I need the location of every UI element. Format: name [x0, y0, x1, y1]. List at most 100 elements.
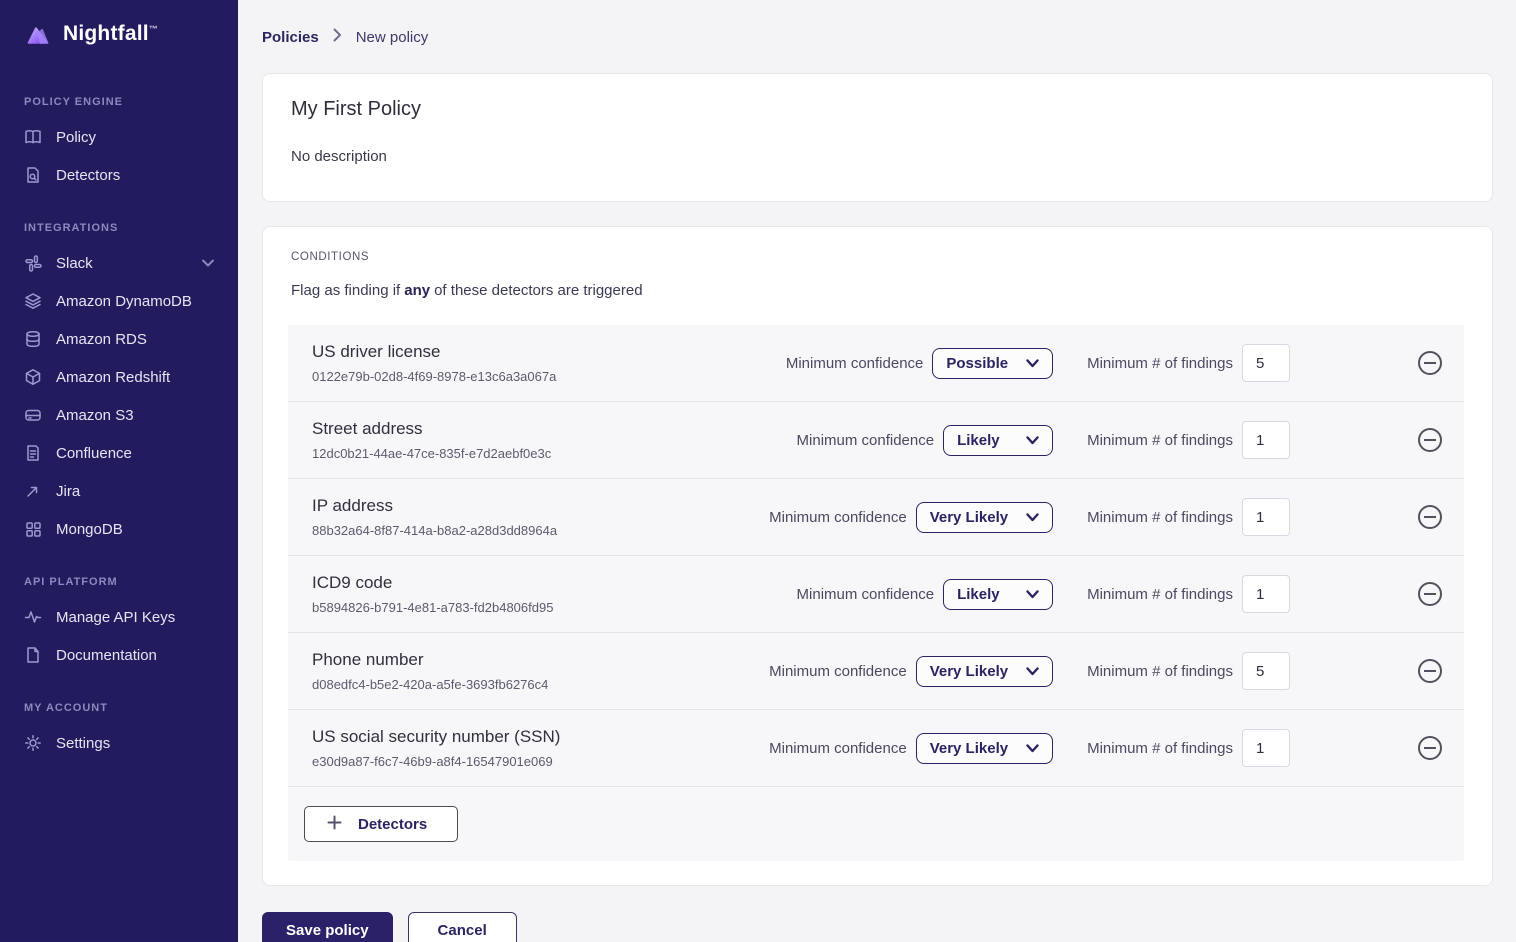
document-icon: [24, 444, 42, 462]
confidence-select[interactable]: Likely: [943, 425, 1053, 456]
brand[interactable]: Nightfall™: [0, 22, 238, 46]
detector-controls: Minimum confidence Very Likely Minimum #…: [769, 652, 1442, 690]
detector-name: IP address: [312, 496, 602, 516]
min-confidence-label: Minimum confidence: [786, 355, 924, 372]
findings-count-input[interactable]: [1242, 729, 1290, 767]
confidence-select[interactable]: Likely: [943, 579, 1053, 610]
min-findings-label: Minimum # of findings: [1087, 740, 1233, 757]
remove-detector-button[interactable]: [1418, 428, 1442, 452]
detector-uuid: 12dc0b21-44ae-47ce-835f-e7d2aebf0e3c: [312, 446, 602, 461]
detector-name: Street address: [312, 419, 602, 439]
policy-summary-card: My First Policy No description: [262, 73, 1493, 202]
detector-uuid: b5894826-b791-4e81-a783-fd2b4806fd95: [312, 600, 602, 615]
conditions-heading: CONDITIONS: [263, 251, 1492, 263]
chevron-right-icon: [333, 28, 342, 47]
detector-name: Phone number: [312, 650, 602, 670]
remove-detector-button[interactable]: [1418, 736, 1442, 760]
sidebar-item-detectors[interactable]: Detectors: [0, 156, 238, 194]
remove-detector-button[interactable]: [1418, 351, 1442, 375]
findings-count-input[interactable]: [1242, 575, 1290, 613]
min-confidence-label: Minimum confidence: [769, 663, 907, 680]
section-api-platform: API PLATFORM Manage API Keys Documentati…: [0, 562, 238, 674]
detector-controls: Minimum confidence Possible Minimum # of…: [786, 344, 1442, 382]
brand-name: Nightfall™: [63, 22, 158, 46]
remove-detector-button[interactable]: [1418, 659, 1442, 683]
save-policy-button[interactable]: Save policy: [262, 912, 393, 942]
chevron-down-icon: [1026, 359, 1039, 368]
add-detectors-row: Detectors: [288, 787, 1464, 861]
confidence-select[interactable]: Very Likely: [916, 502, 1053, 533]
breadcrumb-current: New policy: [356, 29, 429, 46]
section-my-account: MY ACCOUNT Settings: [0, 688, 238, 762]
confidence-value: Very Likely: [930, 740, 1008, 757]
sidebar-item-label: Amazon RDS: [56, 331, 147, 348]
sidebar-item-label: MongoDB: [56, 521, 123, 538]
app-root: Nightfall™ POLICY ENGINE Policy Detector…: [0, 0, 1516, 942]
min-confidence-label: Minimum confidence: [769, 740, 907, 757]
sidebar-item-amazon-dynamodb[interactable]: Amazon DynamoDB: [0, 282, 238, 320]
detector-uuid: 88b32a64-8f87-414a-b8a2-a28d3dd8964a: [312, 523, 602, 538]
confidence-select[interactable]: Very Likely: [916, 733, 1053, 764]
chevron-down-icon: [1026, 667, 1039, 676]
min-findings-label: Minimum # of findings: [1087, 663, 1233, 680]
remove-detector-button[interactable]: [1418, 505, 1442, 529]
confidence-value: Likely: [957, 586, 1000, 603]
findings-count-input[interactable]: [1242, 652, 1290, 690]
remove-detector-button[interactable]: [1418, 582, 1442, 606]
sidebar-item-label: Amazon Redshift: [56, 369, 170, 386]
nightfall-logo-icon: [24, 22, 52, 46]
sidebar-item-label: Manage API Keys: [56, 609, 175, 626]
sidebar-item-label: Documentation: [56, 647, 157, 664]
detector-info: ICD9 code b5894826-b791-4e81-a783-fd2b48…: [312, 573, 602, 615]
detector-row: IP address 88b32a64-8f87-414a-b8a2-a28d3…: [288, 479, 1464, 556]
confidence-value: Very Likely: [930, 509, 1008, 526]
findings-count-input[interactable]: [1242, 344, 1290, 382]
chevron-down-icon: [1026, 590, 1039, 599]
sidebar-item-label: Amazon S3: [56, 407, 134, 424]
sidebar-item-amazon-redshift[interactable]: Amazon Redshift: [0, 358, 238, 396]
sidebar-item-label: Jira: [56, 483, 80, 500]
section-heading: API PLATFORM: [0, 562, 238, 598]
chevron-down-icon[interactable]: [202, 259, 214, 267]
confidence-select[interactable]: Very Likely: [916, 656, 1053, 687]
findings-count-input[interactable]: [1242, 421, 1290, 459]
sidebar-item-label: Confluence: [56, 445, 132, 462]
add-detectors-button[interactable]: Detectors: [304, 806, 458, 842]
policy-description: No description: [291, 148, 1464, 165]
detector-name: US driver license: [312, 342, 602, 362]
cancel-button[interactable]: Cancel: [408, 912, 517, 942]
min-confidence-label: Minimum confidence: [797, 432, 935, 449]
detector-info: US social security number (SSN) e30d9a87…: [312, 727, 602, 769]
section-integrations: INTEGRATIONS Slack Amazon DynamoDB: [0, 208, 238, 548]
policy-title: My First Policy: [291, 98, 1464, 121]
book-icon: [24, 128, 42, 146]
detector-uuid: 0122e79b-02d8-4f69-8978-e13c6a3a067a: [312, 369, 602, 384]
flag-operator: any: [400, 282, 434, 299]
section-heading: MY ACCOUNT: [0, 688, 238, 724]
breadcrumb-policies-link[interactable]: Policies: [262, 29, 319, 46]
detector-info: Street address 12dc0b21-44ae-47ce-835f-e…: [312, 419, 602, 461]
footer-actions: Save policy Cancel: [262, 912, 1493, 942]
confidence-value: Likely: [957, 432, 1000, 449]
sidebar-item-confluence[interactable]: Confluence: [0, 434, 238, 472]
sidebar-item-jira[interactable]: Jira: [0, 472, 238, 510]
sidebar-item-label: Amazon DynamoDB: [56, 293, 192, 310]
sidebar-item-policy[interactable]: Policy: [0, 118, 238, 156]
confidence-value: Very Likely: [930, 663, 1008, 680]
sidebar-item-documentation[interactable]: Documentation: [0, 636, 238, 674]
detector-info: US driver license 0122e79b-02d8-4f69-897…: [312, 342, 602, 384]
sidebar-item-manage-api-keys[interactable]: Manage API Keys: [0, 598, 238, 636]
sidebar-item-label: Detectors: [56, 167, 120, 184]
sidebar-item-amazon-s3[interactable]: Amazon S3: [0, 396, 238, 434]
sidebar-item-mongodb[interactable]: MongoDB: [0, 510, 238, 548]
findings-count-input[interactable]: [1242, 498, 1290, 536]
sidebar-item-settings[interactable]: Settings: [0, 724, 238, 762]
detector-row: ICD9 code b5894826-b791-4e81-a783-fd2b48…: [288, 556, 1464, 633]
main-content: Policies New policy My First Policy No d…: [238, 0, 1516, 942]
slack-icon: [24, 254, 42, 272]
pulse-icon: [24, 608, 42, 626]
detector-row: US social security number (SSN) e30d9a87…: [288, 710, 1464, 787]
sidebar-item-slack[interactable]: Slack: [0, 244, 238, 282]
confidence-select[interactable]: Possible: [932, 348, 1053, 379]
sidebar-item-amazon-rds[interactable]: Amazon RDS: [0, 320, 238, 358]
